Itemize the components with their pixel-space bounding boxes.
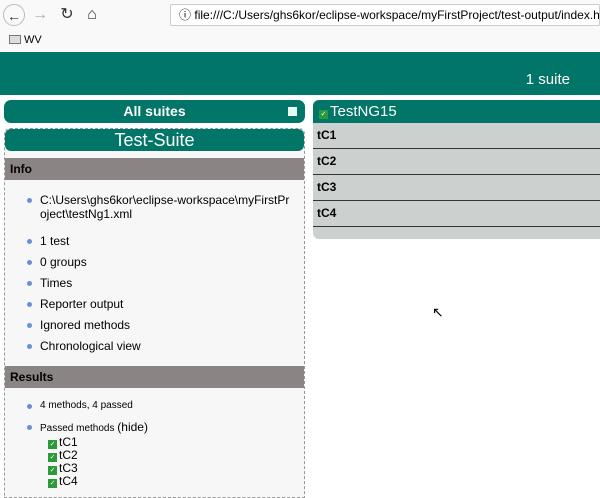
folder-icon: [9, 35, 21, 44]
browser-toolbar: ← → ↻ ⌂ ⓘ file:///C:/Users/ghs6kor/eclip…: [0, 0, 600, 30]
info-header: Info: [5, 158, 304, 180]
method-name: tC4: [59, 474, 78, 488]
info-ignored-methods[interactable]: Ignored methods: [5, 318, 304, 332]
results-header: Results: [5, 366, 304, 388]
results-list: 4 methods, 4 passed Passed methods (hide…: [5, 399, 304, 496]
xml-path[interactable]: C:\Users\ghs6kor\eclipse-workspace\myFir…: [5, 193, 304, 221]
page-header: 1 suite: [0, 52, 600, 95]
passed-method[interactable]: ✓ tC2: [48, 449, 304, 462]
info-chronological-view[interactable]: Chronological view: [5, 339, 304, 353]
suite-name[interactable]: Test-Suite: [5, 129, 304, 151]
results-summary: 4 methods, 4 passed: [5, 399, 304, 413]
all-suites-bar[interactable]: All suites: [4, 100, 305, 123]
passed-methods: Passed methods (hide) ✓ tC1 ✓ tC2 ✓ tC3 ✓ tC…: [5, 420, 304, 488]
passed-methods-label: Passed methods: [40, 423, 115, 434]
suite-count: 1 suite: [525, 71, 570, 88]
suite-panel: Test-Suite Info C:\Users\ghs6kor\eclipse…: [4, 128, 305, 498]
passed-method[interactable]: ✓ tC1: [48, 436, 304, 449]
test-panel: ✓ TestNG15 tC1 tC2 tC3 tC4: [313, 100, 600, 239]
check-icon: ✓: [48, 479, 57, 488]
info-times[interactable]: Times: [5, 276, 304, 290]
collapse-icon[interactable]: [288, 107, 297, 116]
test-header[interactable]: ✓ TestNG15: [313, 100, 600, 123]
reload-button[interactable]: ↻: [56, 4, 78, 26]
test-name: TestNG15: [330, 103, 397, 120]
bookmark-wv[interactable]: WV: [9, 34, 42, 46]
back-button[interactable]: ←: [3, 4, 25, 26]
passed-method[interactable]: ✓ tC3: [48, 462, 304, 475]
check-icon: ✓: [319, 110, 328, 119]
check-icon: ✓: [48, 440, 57, 449]
url-text: file:///C:/Users/ghs6kor/eclipse-workspa…: [194, 8, 600, 22]
info-tests[interactable]: 1 test: [5, 234, 304, 248]
hide-link[interactable]: (hide): [117, 420, 148, 434]
method-row[interactable]: tC4: [313, 201, 600, 227]
info-icon[interactable]: ⓘ: [179, 8, 191, 22]
mouse-cursor-icon: ↖: [432, 304, 444, 320]
check-icon: ✓: [48, 466, 57, 475]
info-list: C:\Users\ghs6kor\eclipse-workspace\myFir…: [5, 193, 304, 361]
method-name: tC2: [59, 448, 78, 462]
info-reporter-output[interactable]: Reporter output: [5, 297, 304, 311]
bookmarks-bar: WV: [0, 30, 600, 51]
forward-button[interactable]: →: [29, 4, 51, 26]
all-suites-label: All suites: [123, 103, 186, 119]
method-name: tC3: [59, 461, 78, 475]
bookmark-label: WV: [24, 34, 42, 46]
method-row[interactable]: tC2: [313, 149, 600, 175]
passed-method[interactable]: ✓ tC4: [48, 475, 304, 488]
address-bar[interactable]: ⓘ file:///C:/Users/ghs6kor/eclipse-works…: [170, 4, 600, 26]
home-button[interactable]: ⌂: [81, 4, 103, 26]
method-name: tC1: [59, 435, 78, 449]
info-groups[interactable]: 0 groups: [5, 255, 304, 269]
check-icon: ✓: [48, 453, 57, 462]
method-row[interactable]: tC3: [313, 175, 600, 201]
method-row[interactable]: tC1: [313, 123, 600, 149]
